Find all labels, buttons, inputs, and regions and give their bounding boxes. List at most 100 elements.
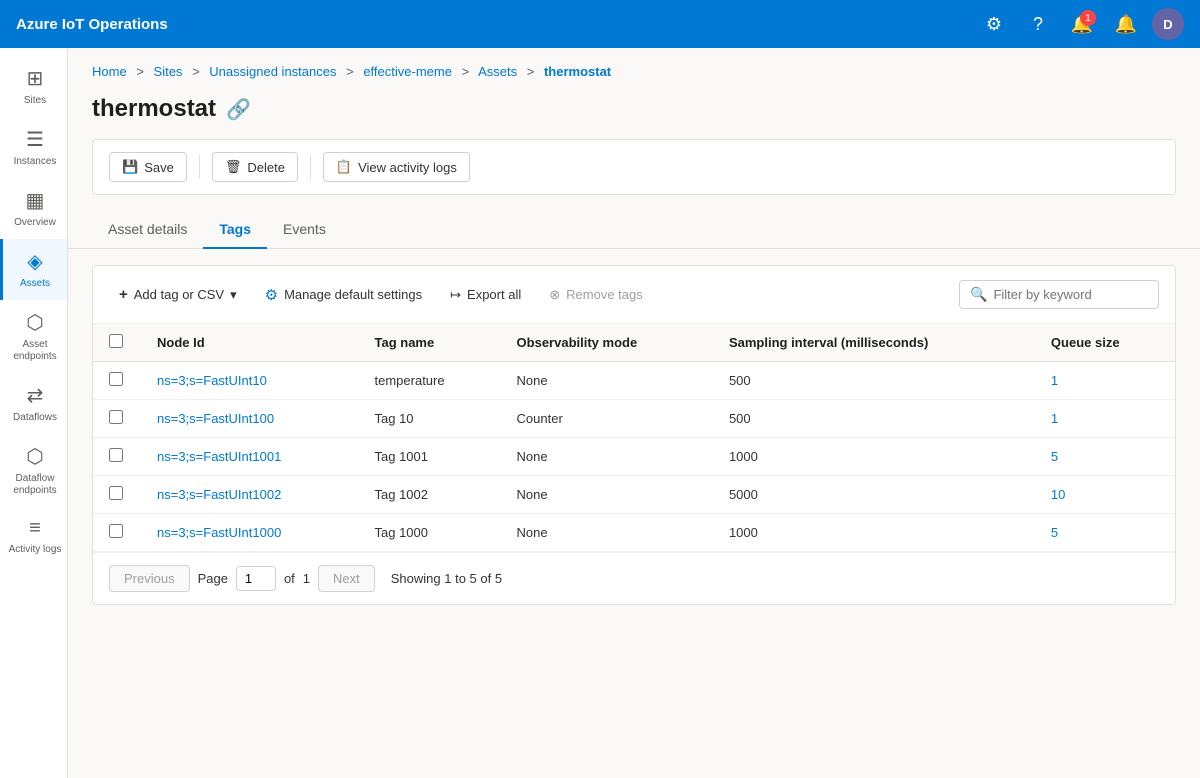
help-icon-btn[interactable]: ? (1020, 6, 1056, 42)
view-logs-button[interactable]: 📋 View activity logs (323, 152, 470, 182)
export-all-button[interactable]: ↦ Export all (440, 282, 531, 308)
export-all-label: Export all (467, 287, 521, 302)
page-showing: Showing 1 to 5 of 5 (391, 571, 502, 586)
node-id-link-0[interactable]: ns=3;s=FastUInt10 (157, 373, 267, 388)
assets-icon: ◈ (27, 249, 42, 274)
logs-icon: 📋 (336, 159, 352, 175)
app-title: Azure IoT Operations (16, 16, 168, 33)
content-area: Home > Sites > Unassigned instances > ef… (68, 48, 1200, 778)
row-obs-mode: Counter (501, 400, 713, 438)
page-number-input[interactable] (236, 566, 276, 591)
sidebar-item-sites[interactable]: ⊞ Sites (0, 56, 67, 117)
select-all-checkbox[interactable] (109, 334, 123, 348)
sites-icon: ⊞ (27, 66, 44, 91)
table-row: ns=3;s=FastUInt100 Tag 10 Counter 500 1 (93, 400, 1175, 438)
toolbar-divider-2 (310, 155, 311, 179)
node-id-link-3[interactable]: ns=3;s=FastUInt1002 (157, 487, 281, 502)
breadcrumb-unassigned[interactable]: Unassigned instances (209, 64, 336, 79)
col-node-id: Node Id (141, 324, 359, 362)
breadcrumb: Home > Sites > Unassigned instances > ef… (68, 48, 1200, 87)
row-checkbox-cell (93, 476, 141, 514)
row-obs-mode: None (501, 476, 713, 514)
node-id-link-1[interactable]: ns=3;s=FastUInt100 (157, 411, 274, 426)
sidebar-item-instances[interactable]: ☰ Instances (0, 117, 67, 178)
breadcrumb-sep-5: > (527, 64, 535, 79)
table-header-row: Node Id Tag name Observability mode Samp… (93, 324, 1175, 362)
notifications-icon-btn[interactable]: 🔔 1 (1064, 6, 1100, 42)
sidebar-item-overview[interactable]: ▦ Overview (0, 178, 67, 239)
sidebar-item-activity-logs[interactable]: ≡ Activity logs (0, 507, 67, 566)
alert-icon-btn[interactable]: 🔔 (1108, 6, 1144, 42)
instances-icon: ☰ (26, 127, 44, 152)
remove-tags-label: Remove tags (566, 287, 643, 302)
tab-asset-details[interactable]: Asset details (92, 211, 203, 249)
node-id-link-4[interactable]: ns=3;s=FastUInt1000 (157, 525, 281, 540)
previous-button[interactable]: Previous (109, 565, 190, 592)
row-sampling-interval: 5000 (713, 476, 1035, 514)
settings-icon-btn[interactable]: ⚙ (976, 6, 1012, 42)
row-checkbox-cell (93, 362, 141, 400)
row-tag-name: Tag 1002 (359, 476, 501, 514)
manage-settings-icon: ⚙ (265, 286, 278, 304)
sidebar: ⊞ Sites ☰ Instances ▦ Overview ◈ Assets … (0, 48, 68, 778)
breadcrumb-assets[interactable]: Assets (478, 64, 517, 79)
table-header-checkbox-cell (93, 324, 141, 362)
row-checkbox-4[interactable] (109, 524, 123, 538)
pagination: Previous Page of 1 Next Showing 1 to 5 o… (93, 552, 1175, 604)
row-checkbox-3[interactable] (109, 486, 123, 500)
node-id-link-2[interactable]: ns=3;s=FastUInt1001 (157, 449, 281, 464)
tab-events[interactable]: Events (267, 211, 342, 249)
breadcrumb-effective-meme[interactable]: effective-meme (363, 64, 452, 79)
breadcrumb-current: thermostat (544, 64, 611, 79)
row-node-id: ns=3;s=FastUInt10 (141, 362, 359, 400)
breadcrumb-sites[interactable]: Sites (154, 64, 183, 79)
tab-tags[interactable]: Tags (203, 211, 267, 249)
delete-icon: 🗑 (225, 159, 242, 175)
row-obs-mode: None (501, 362, 713, 400)
filter-input-wrap: 🔍 (959, 280, 1159, 309)
sidebar-item-dataflow-endpoints[interactable]: ⬡ Dataflow endpoints (0, 434, 67, 507)
add-tag-csv-button[interactable]: + Add tag or CSV ▾ (109, 281, 247, 308)
filter-input[interactable] (993, 287, 1143, 302)
row-tag-name: Tag 1001 (359, 438, 501, 476)
remove-tags-button[interactable]: ⊗ Remove tags (539, 282, 653, 308)
row-node-id: ns=3;s=FastUInt1002 (141, 476, 359, 514)
row-checkbox-cell (93, 400, 141, 438)
tabs-row: Asset details Tags Events (68, 211, 1200, 249)
tags-toolbar: + Add tag or CSV ▾ ⚙ Manage default sett… (93, 266, 1175, 324)
main-layout: ⊞ Sites ☰ Instances ▦ Overview ◈ Assets … (0, 48, 1200, 778)
avatar[interactable]: D (1152, 8, 1184, 40)
row-checkbox-1[interactable] (109, 410, 123, 424)
row-queue-size: 1 (1035, 362, 1175, 400)
sidebar-item-assets-label: Assets (20, 278, 50, 290)
search-icon: 🔍 (970, 286, 987, 303)
toolbar-card: 💾 Save 🗑 Delete 📋 View activity logs (92, 139, 1176, 195)
topnav-icons: ⚙ ? 🔔 1 🔔 D (976, 6, 1184, 42)
sidebar-item-dataflows[interactable]: ⇄ Dataflows (0, 373, 67, 434)
sidebar-item-overview-label: Overview (14, 217, 56, 229)
row-checkbox-0[interactable] (109, 372, 123, 386)
row-queue-size: 5 (1035, 438, 1175, 476)
row-queue-size: 1 (1035, 400, 1175, 438)
add-tag-chevron-icon: ▾ (230, 287, 237, 303)
remove-icon: ⊗ (549, 287, 560, 303)
add-tag-csv-label: Add tag or CSV (134, 287, 224, 302)
sidebar-item-dataflow-endpoints-label: Dataflow endpoints (7, 473, 63, 497)
page-title-row: thermostat 🔗 (68, 87, 1200, 139)
save-button[interactable]: 💾 Save (109, 152, 187, 182)
next-label: Next (333, 571, 360, 586)
row-queue-size: 5 (1035, 514, 1175, 552)
row-sampling-interval: 1000 (713, 438, 1035, 476)
tags-table: Node Id Tag name Observability mode Samp… (93, 324, 1175, 552)
delete-label: Delete (247, 160, 285, 175)
delete-button[interactable]: 🗑 Delete (212, 152, 298, 182)
sidebar-item-asset-endpoints[interactable]: ⬡ Asset endpoints (0, 300, 67, 373)
row-tag-name: Tag 10 (359, 400, 501, 438)
breadcrumb-home[interactable]: Home (92, 64, 127, 79)
sidebar-item-dataflows-label: Dataflows (13, 412, 57, 424)
row-checkbox-2[interactable] (109, 448, 123, 462)
save-icon: 💾 (122, 159, 138, 175)
manage-defaults-button[interactable]: ⚙ Manage default settings (255, 281, 433, 309)
sidebar-item-assets[interactable]: ◈ Assets (0, 239, 67, 300)
next-button[interactable]: Next (318, 565, 375, 592)
